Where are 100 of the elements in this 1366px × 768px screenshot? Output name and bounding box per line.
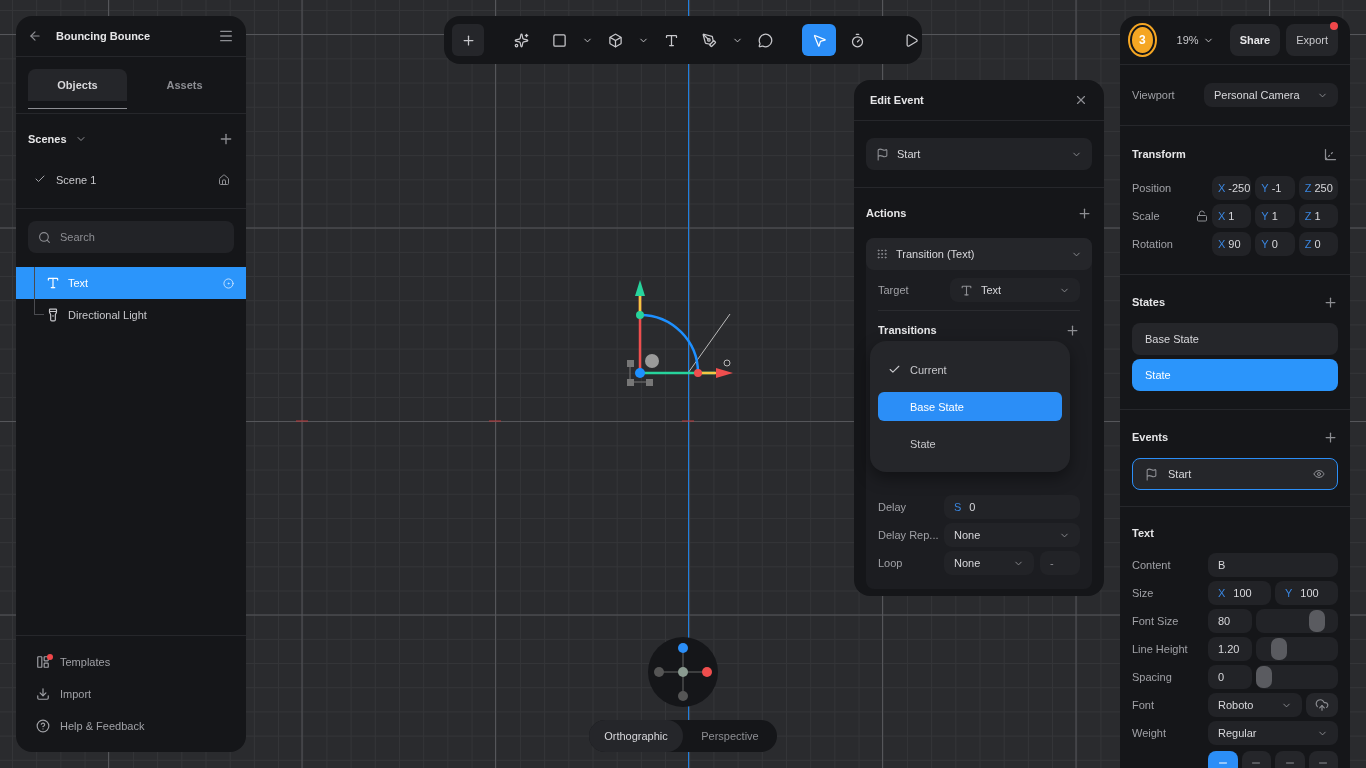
- panel-tab[interactable]: Objects: [28, 69, 127, 109]
- zoom-dropdown[interactable]: 19%: [1166, 24, 1224, 56]
- close-button[interactable]: [1074, 93, 1088, 107]
- number-field[interactable]: X 1: [1212, 204, 1252, 228]
- footer-link[interactable]: Help & Feedback: [16, 710, 246, 742]
- add-button[interactable]: [1065, 322, 1080, 338]
- section-title: Scenes: [28, 133, 67, 145]
- home-icon: [218, 174, 230, 186]
- add-button[interactable]: [1077, 205, 1092, 221]
- axis-icon: [1323, 146, 1338, 162]
- field-label: Size: [1132, 587, 1155, 599]
- action-select[interactable]: Transition (Text): [866, 238, 1092, 270]
- plus-icon: [218, 131, 234, 147]
- field-label: Font: [1132, 699, 1155, 711]
- field-label: Position: [1132, 182, 1173, 194]
- state-item[interactable]: Base State: [1132, 323, 1338, 355]
- play-icon: [903, 32, 919, 48]
- help-icon: [36, 719, 50, 733]
- number-field[interactable]: X 90: [1212, 232, 1252, 256]
- menu-button[interactable]: [218, 28, 234, 44]
- menu-item[interactable]: State: [878, 429, 1062, 458]
- eye-icon: [1313, 468, 1325, 480]
- select-tool-button[interactable]: [802, 24, 836, 56]
- count-field[interactable]: -: [1040, 551, 1080, 575]
- field-label: Viewport: [1132, 89, 1176, 101]
- flashlight-icon: [46, 308, 60, 322]
- layer-item[interactable]: Directional Light: [16, 299, 246, 331]
- add-button[interactable]: [218, 131, 234, 147]
- panel-tab[interactable]: Assets: [135, 69, 234, 109]
- number-field[interactable]: X -250: [1212, 176, 1252, 200]
- text-icon: [960, 283, 973, 297]
- flag-icon: [876, 147, 889, 161]
- field-label: Content: [1132, 559, 1172, 571]
- square-icon: [551, 32, 567, 48]
- view-mode-tab[interactable]: Orthographic: [589, 720, 683, 752]
- number-field[interactable]: Z 1: [1298, 204, 1338, 228]
- section-title: Transitions: [878, 324, 937, 336]
- number-field[interactable]: X 100: [1208, 581, 1271, 605]
- footer-link[interactable]: Templates: [16, 646, 246, 678]
- number-field[interactable]: Y 100: [1275, 581, 1338, 605]
- slider[interactable]: [1256, 637, 1338, 661]
- number-field[interactable]: Y 1: [1255, 204, 1295, 228]
- add-button[interactable]: [1323, 429, 1338, 445]
- section-title: Text: [1132, 527, 1154, 539]
- slider[interactable]: [1256, 665, 1338, 689]
- axis-navigator-drawing[interactable]: [648, 637, 718, 707]
- back-button[interactable]: [28, 29, 42, 43]
- scene-item[interactable]: Scene 1: [16, 164, 246, 196]
- number-field[interactable]: Y -1: [1255, 176, 1295, 200]
- add-button[interactable]: [1323, 294, 1338, 310]
- share-button[interactable]: Share: [1229, 24, 1281, 56]
- reset-transform-button[interactable]: [1323, 146, 1338, 162]
- align-button[interactable]: [1208, 751, 1238, 768]
- number-field[interactable]: Y 0: [1255, 232, 1295, 256]
- view-mode-tab[interactable]: Perspective: [683, 720, 777, 752]
- upload-font-button[interactable]: [1306, 693, 1338, 717]
- number-field[interactable]: Z 250: [1298, 176, 1338, 200]
- section-title: Events: [1132, 431, 1169, 443]
- target-icon: [223, 277, 234, 289]
- target-select[interactable]: Text: [950, 278, 1080, 302]
- check-icon: [888, 363, 901, 376]
- weight-select[interactable]: Regular: [1208, 721, 1338, 745]
- number-field[interactable]: 0: [1208, 665, 1252, 689]
- slider-thumb[interactable]: [1308, 610, 1325, 632]
- field-label: Loop: [878, 557, 904, 569]
- field-label: Line Height: [1132, 643, 1189, 655]
- field-label: Spacing: [1132, 671, 1173, 683]
- cube-icon: [607, 32, 623, 48]
- plus-icon: [460, 32, 476, 48]
- field-label: Delay: [878, 501, 908, 513]
- trigger-select[interactable]: Start: [866, 138, 1092, 170]
- field-label: Font Size: [1132, 615, 1180, 627]
- close-icon: [1074, 93, 1088, 107]
- select-field[interactable]: None: [944, 551, 1034, 575]
- slider-thumb[interactable]: [1256, 666, 1272, 688]
- number-field[interactable]: Z 0: [1298, 232, 1338, 256]
- check-icon: [34, 173, 46, 185]
- delay-field[interactable]: S 0: [944, 495, 1080, 519]
- number-field[interactable]: 80: [1208, 609, 1252, 633]
- slider[interactable]: [1256, 609, 1338, 633]
- cloud-upload-icon: [1315, 698, 1329, 712]
- menu-item[interactable]: Current: [878, 355, 1062, 384]
- search-field[interactable]: Search: [28, 221, 234, 253]
- export-button[interactable]: Export: [1286, 24, 1338, 56]
- field-label: Target: [878, 284, 910, 296]
- text-content-field[interactable]: B: [1208, 553, 1338, 577]
- plus-icon: [1077, 205, 1092, 221]
- flag-icon: [1145, 467, 1158, 481]
- slider-thumb[interactable]: [1271, 638, 1288, 660]
- menu-icon: [218, 28, 234, 44]
- font-select[interactable]: Roboto: [1208, 693, 1302, 717]
- lock-icon: [1196, 210, 1208, 222]
- viewport-select[interactable]: Personal Camera: [1204, 83, 1338, 107]
- text-icon: [663, 32, 679, 48]
- add-tool-button[interactable]: [452, 24, 484, 56]
- number-field[interactable]: 1.20: [1208, 637, 1252, 661]
- footer-link[interactable]: Import: [16, 678, 246, 710]
- field-label: Scale: [1132, 210, 1161, 222]
- event-item[interactable]: Start: [1132, 458, 1338, 490]
- select-field[interactable]: None: [944, 523, 1080, 547]
